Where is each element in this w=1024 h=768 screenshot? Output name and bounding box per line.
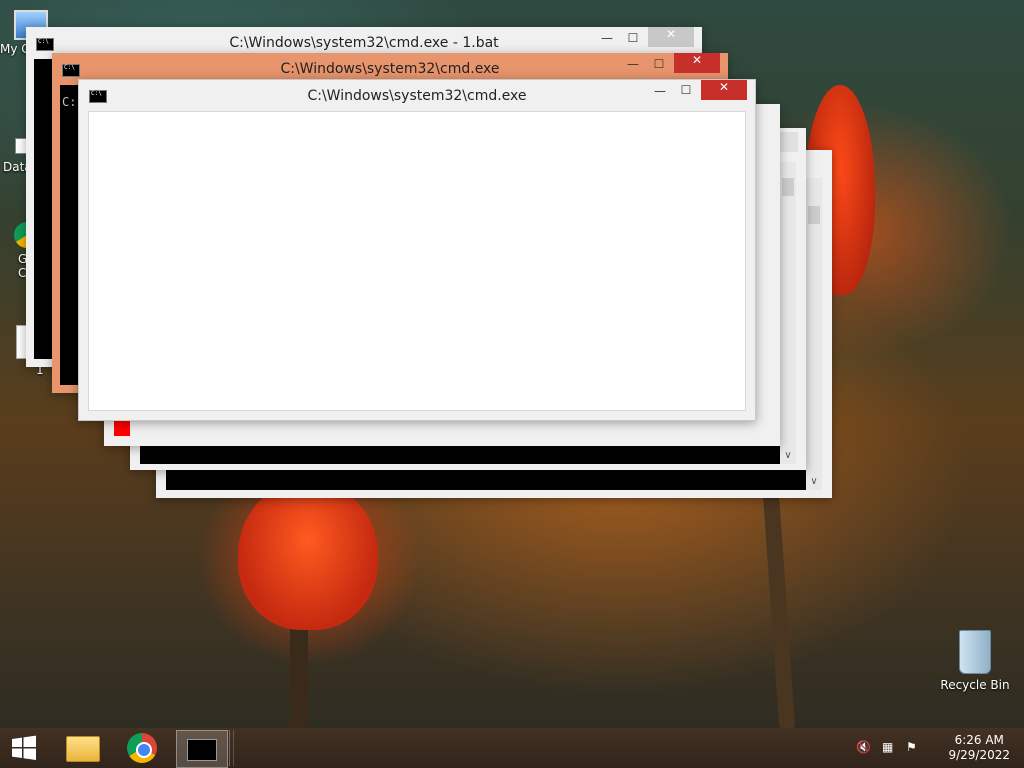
clock[interactable]: 6:26 AM 9/29/2022 (948, 733, 1010, 763)
title-bar[interactable]: C:\Windows\system32\cmd.exe — ☐ ✕ (79, 80, 755, 108)
chrome-icon (127, 733, 157, 763)
cmd-icon (187, 739, 217, 761)
console-area-blank (88, 111, 746, 411)
maximize-button[interactable]: ☐ (673, 83, 699, 103)
minimize-button[interactable]: — (647, 84, 673, 104)
taskbar-command-prompt[interactable] (176, 730, 228, 768)
desktop-icon-recycle-bin[interactable]: Recycle Bin (940, 630, 1010, 692)
taskbar-stack-edge (229, 730, 234, 766)
volume-muted-icon[interactable]: 🔇 (856, 740, 872, 756)
taskbar-file-explorer[interactable] (56, 730, 108, 766)
red-console-block (114, 420, 130, 436)
taskbar-google-chrome[interactable] (116, 730, 168, 766)
taskbar: 🔇 ▦ ⚑ 6:26 AM 9/29/2022 (0, 728, 1024, 768)
tulip-stem-right (760, 459, 796, 731)
folder-icon (66, 736, 100, 762)
console-prompt-text: C: (62, 95, 77, 109)
tulip-flower-left (238, 480, 378, 630)
network-icon[interactable]: ▦ (882, 740, 898, 756)
console-area (34, 59, 54, 359)
minimize-button[interactable]: — (620, 57, 646, 77)
start-button[interactable] (0, 730, 52, 766)
close-button[interactable]: ✕ (648, 27, 694, 47)
title-bar[interactable]: C:\Windows\system32\cmd.exe - 1.bat — ☐ … (26, 27, 702, 55)
maximize-button[interactable]: ☐ (620, 31, 646, 51)
minimize-button[interactable]: — (594, 31, 620, 51)
scrollbar-thumb[interactable] (808, 206, 820, 224)
windows-logo-icon (12, 735, 36, 760)
clock-time: 6:26 AM (954, 733, 1004, 747)
title-bar[interactable]: C:\Windows\system32\cmd.exe — ☐ ✕ (52, 53, 728, 81)
scroll-down-arrow[interactable]: ∨ (806, 476, 822, 490)
maximize-button[interactable]: ☐ (646, 57, 672, 77)
cmd-window-active[interactable]: C:\Windows\system32\cmd.exe — ☐ ✕ (78, 79, 756, 421)
action-center-flag-icon[interactable]: ⚑ (906, 740, 922, 756)
desktop-icon-label: Recycle Bin (940, 678, 1010, 692)
vertical-scrollbar[interactable]: ∨ (806, 178, 822, 490)
close-button[interactable]: ✕ (674, 53, 720, 73)
console-area: C: (60, 85, 80, 385)
clock-date: 9/29/2022 (948, 748, 1010, 762)
system-tray: 🔇 ▦ ⚑ 6:26 AM 9/29/2022 (854, 728, 1024, 768)
scrollbar-thumb[interactable] (782, 178, 794, 196)
recycle-bin-icon (959, 630, 991, 674)
close-button[interactable]: ✕ (701, 80, 747, 100)
vertical-scrollbar[interactable]: ∨ (780, 162, 796, 464)
scroll-down-arrow[interactable]: ∨ (780, 450, 796, 464)
